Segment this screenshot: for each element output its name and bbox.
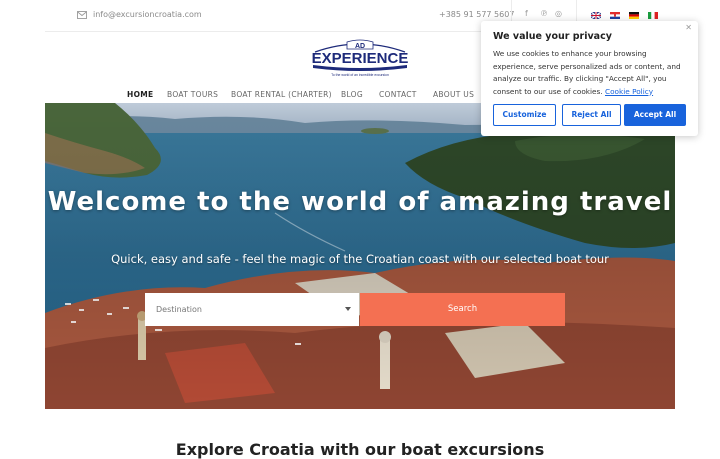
facebook-icon[interactable]: f xyxy=(525,9,528,18)
nav-boat-rental[interactable]: BOAT RENTAL (CHARTER) xyxy=(231,90,332,99)
accept-all-button[interactable]: Accept All xyxy=(624,104,686,126)
hero-subtitle: Quick, easy and safe - feel the magic of… xyxy=(111,252,609,266)
phone-number[interactable]: +385 91 577 5607 xyxy=(439,10,514,19)
cookie-consent-banner: ✕ We value your privacy We use cookies t… xyxy=(481,21,698,136)
logo-main-text: EXPERIENCE xyxy=(312,50,409,67)
instagram-icon[interactable]: ◎ xyxy=(555,9,562,18)
cookie-text-block: We use cookies to enhance your browsing … xyxy=(493,48,691,98)
close-icon[interactable]: ✕ xyxy=(685,23,692,32)
german-flag-icon[interactable] xyxy=(629,12,639,19)
hero-title: Welcome to the world of amazing travel xyxy=(47,187,673,217)
english-flag-icon[interactable] xyxy=(591,12,601,19)
logo-graphic: AD EXPERIENCE To the world of an incredi… xyxy=(312,39,409,77)
nav-blog[interactable]: BLOG xyxy=(341,90,363,99)
email-contact[interactable]: info@excursioncroatia.com xyxy=(77,10,202,19)
hero-section: Welcome to the world of amazing travel Q… xyxy=(45,103,675,409)
italian-flag-icon[interactable] xyxy=(648,12,658,19)
nav-boat-tours[interactable]: BOAT TOURS xyxy=(167,90,218,99)
croatian-flag-icon[interactable] xyxy=(610,12,620,19)
email-text: info@excursioncroatia.com xyxy=(93,10,202,19)
nav-contact[interactable]: CONTACT xyxy=(379,90,417,99)
nav-about-us[interactable]: ABOUT US xyxy=(433,90,474,99)
destination-placeholder: Destination xyxy=(156,305,202,314)
logo-top-text: AD xyxy=(355,43,365,50)
cookie-policy-link[interactable]: Cookie Policy xyxy=(605,87,653,96)
pinterest-icon[interactable]: ℗ xyxy=(540,9,548,18)
cookie-title: We value your privacy xyxy=(493,31,612,42)
customize-button[interactable]: Customize xyxy=(493,104,556,126)
envelope-icon xyxy=(77,10,87,19)
chevron-down-icon xyxy=(345,307,351,311)
logo-tagline: To the world of an incredible excursion xyxy=(331,73,389,77)
reject-all-button[interactable]: Reject All xyxy=(562,104,621,126)
destination-select[interactable]: Destination xyxy=(145,293,359,326)
nav-home[interactable]: HOME xyxy=(127,90,153,99)
search-button[interactable]: Search xyxy=(360,293,565,326)
site-logo[interactable]: AD EXPERIENCE To the world of an incredi… xyxy=(309,38,411,78)
